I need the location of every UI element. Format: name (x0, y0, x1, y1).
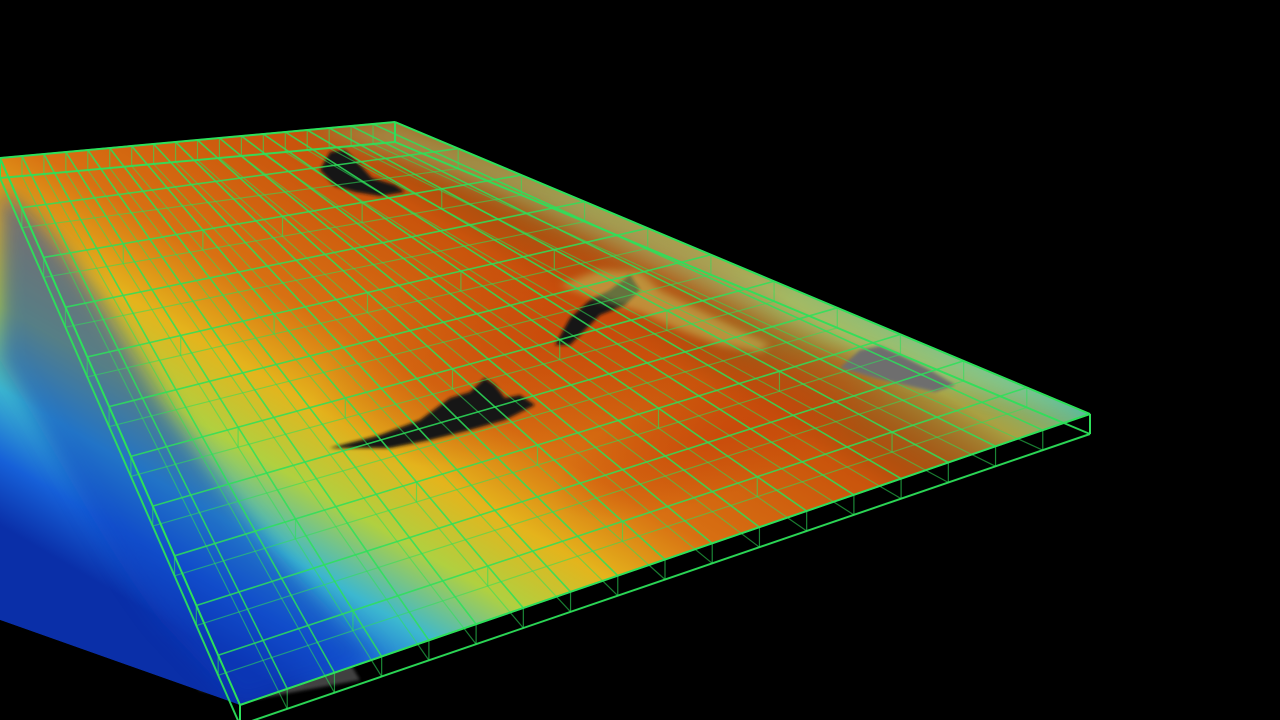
terrain-scene (0, 121, 1091, 720)
3d-viewport[interactable] (0, 0, 1280, 720)
